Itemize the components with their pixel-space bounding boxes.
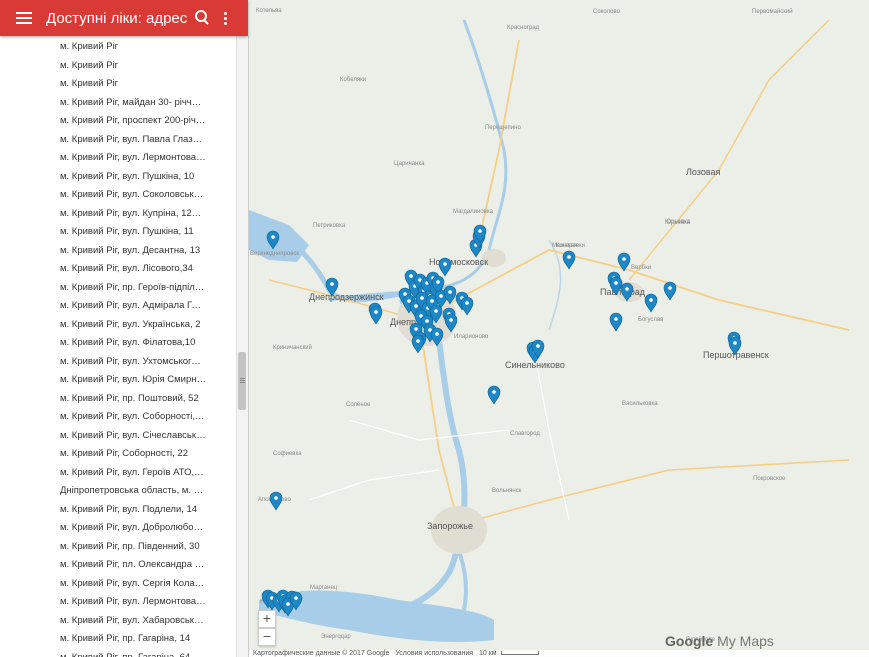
map-data-attribution: Картографические данные © 2017 Google [253,650,390,657]
list-item[interactable]: м. Кривий Ріг, пр. Гагаріна, 14 [0,630,206,649]
zoom-in-button[interactable]: + [258,610,276,628]
list-item[interactable]: м. Кривий Ріг, вул. Філатова,10 [0,334,206,353]
list-item[interactable]: м. Кривий Ріг, вул. Хабаровська, 1 [0,612,206,631]
list-item[interactable]: м. Кривий Ріг, вул. Павла Глазово... [0,131,206,150]
scrollbar-track[interactable] [236,36,248,657]
list-item[interactable]: м. Кривий Ріг, вул. Десантна, 13 [0,242,206,261]
map-pin[interactable] [487,385,501,405]
list-item[interactable]: м. Кривий Ріг, вул. Січеславська, ... [0,427,206,446]
map-title: Доступні ліки: адреси ... [46,9,188,27]
map-pin[interactable] [644,293,658,313]
scale-bar [500,651,539,656]
list-item[interactable]: м. Кривий Ріг, проспект 200-річчя... [0,112,206,131]
map-pins [261,224,742,617]
list-item[interactable]: м. Кривий Ріг, вул. Соколовська, 7 [0,186,206,205]
sidebar-panel: м. Кривий Ріг м. Кривий Ріг м. Кривий Ріг м… [0,36,249,657]
list-item[interactable]: м. Кривий Ріг, вул. Пушкіна, 10 [0,168,206,187]
more-vert-icon[interactable] [224,10,228,27]
map-pin[interactable] [460,296,474,316]
search-icon[interactable] [194,9,212,27]
list-item[interactable]: м. Кривий Ріг, Соборності, 22 [0,445,206,464]
scale-label: 10 км [478,650,497,657]
map-pin[interactable] [266,230,280,250]
zoom-out-button[interactable]: − [258,628,276,646]
location-list: м. Кривий Ріг м. Кривий Ріг м. Кривий Ріг м… [0,36,236,657]
list-item[interactable]: м. Кривий Ріг, пр. Поштовий, 52 [0,390,206,409]
logo-google: Google [665,633,714,649]
list-item[interactable]: м. Кривий Ріг, вул. Лісового,34 [0,260,206,279]
map-pin[interactable] [269,491,283,511]
list-item[interactable]: м. Кривий Ріг, вул. Подлели, 14 [0,501,206,520]
terms-link[interactable]: Условия использования [395,650,473,657]
map-pin[interactable] [663,281,677,301]
list-item[interactable]: м. Кривий Ріг, вул. Українська, 2 [0,316,206,335]
hamburger-menu-icon[interactable] [16,9,32,27]
list-item[interactable]: м. Кривий Ріг, пр. Південний, 30 [0,538,206,557]
map-canvas[interactable]: Новомосковск Днепродзержинск Днепр Синельни… [249,0,869,657]
list-item[interactable]: м. Кривий Ріг, вул. Ухтомського,5... [0,353,206,372]
list-item[interactable]: м. Кривий Ріг, вул. Добролюбова,... [0,519,206,538]
list-item[interactable]: м. Кривий Ріг, вул. Сергія Колаче... [0,575,206,594]
list-item[interactable]: м. Кривий Ріг, майдан 30- річчя П... [0,94,206,113]
list-item[interactable]: м. Кривий Ріг, вул. Лермонтова, 4 [0,593,206,612]
map-pin[interactable] [438,257,452,277]
list-item[interactable]: м. Кривий Ріг, вул. Купріна, 127- Ж [0,205,206,224]
list-item[interactable]: м. Кривий Ріг [0,57,206,76]
list-item[interactable]: м. Кривий Ріг [0,75,206,94]
map-pin[interactable] [430,327,444,347]
map-footer: Картографические данные © 2017 Google Ус… [249,650,869,657]
list-item[interactable]: м. Кривий Ріг, пр. Гагаріна, 64 [0,649,206,657]
map-pin[interactable] [444,313,458,333]
list-item[interactable]: м. Кривий Ріг, вул. Лермонтова, 18 [0,149,206,168]
map-pin[interactable] [609,276,623,296]
map-pin[interactable] [728,336,742,356]
list-item[interactable]: м. Кривий Ріг, вул. Пушкіна, 11 [0,223,206,242]
list-item[interactable]: Дніпропетровська область, м. К... [0,482,206,501]
map-pin[interactable] [325,277,339,297]
map-pin[interactable] [562,250,576,270]
list-item[interactable]: м. Кривий Ріг, пл. Олександра По... [0,556,206,575]
list-item[interactable]: м. Кривий Ріг [0,38,206,57]
scrollbar-thumb[interactable] [238,352,246,410]
list-item[interactable]: м. Кривий Ріг, пр. Героїв-підпільн... [0,279,206,298]
list-item[interactable]: м. Кривий Ріг, вул. Адмірала Голо... [0,297,206,316]
map-pin[interactable] [620,282,634,302]
map-pin[interactable] [411,334,425,354]
logo-my-maps: My Maps [717,633,774,649]
app-header: Доступні ліки: адреси ... [0,0,248,36]
google-my-maps-logo: Google My Maps [665,633,774,649]
map-pin[interactable] [369,305,383,325]
list-item[interactable]: м. Кривий Ріг, вул. Соборності, 52 [0,408,206,427]
map-pin[interactable] [609,312,623,332]
list-item[interactable]: м. Кривий Ріг, вул. Героїв АТО, 62 [0,464,206,483]
map-pin[interactable] [443,285,457,305]
list-item[interactable]: м. Кривий Ріг, вул. Юрія Смирнов... [0,371,206,390]
map-pin[interactable] [617,252,631,272]
